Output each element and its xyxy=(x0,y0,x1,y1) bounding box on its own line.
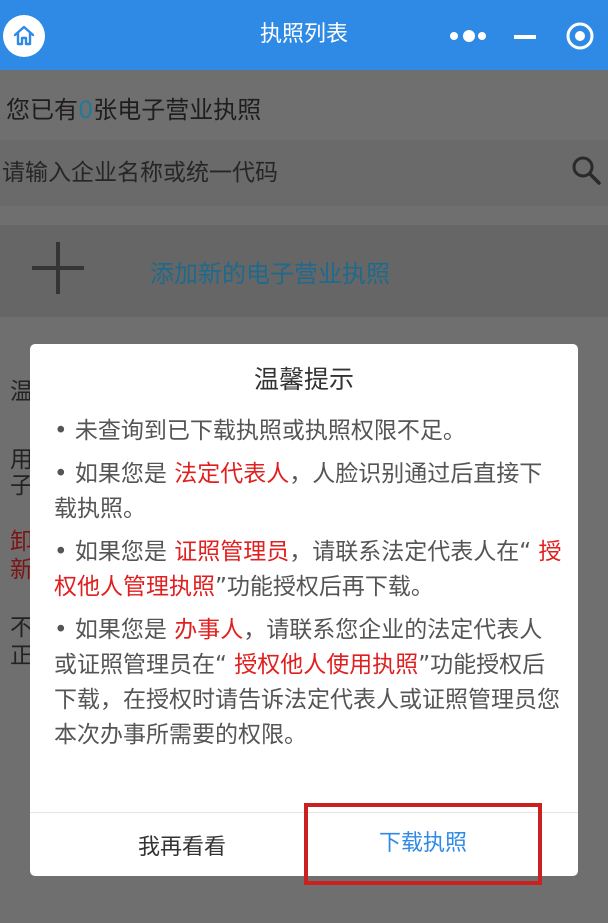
tip-text: ，请联系法定代表人在“ xyxy=(289,539,539,565)
add-license-label: 添加新的电子营业执照 xyxy=(150,260,390,288)
license-count-row: 您已有0张电子营业执照 xyxy=(0,70,608,140)
tip-item: • 如果您是 办事人，请联系您企业的法定代表人或证照管理员在“ 授权他人使用执照… xyxy=(54,613,564,753)
minimize-icon[interactable] xyxy=(512,22,540,50)
capsule-menu xyxy=(436,14,608,58)
tip-text: • 如果您是 xyxy=(54,539,175,565)
search-bar xyxy=(0,140,608,206)
tip-item: • 未查询到已下载执照或执照权限不足。 xyxy=(54,418,466,444)
tip-item: • 如果您是 法定代表人，人脸识别通过后直接下载执照。 xyxy=(54,457,564,527)
tip-text: ”功能授权后再下载。 xyxy=(215,574,434,600)
license-count-value: 0 xyxy=(78,96,94,124)
dialog-body: • 未查询到已下载执照或执照权限不足。 • 如果您是 法定代表人，人脸识别通过后… xyxy=(54,414,564,761)
more-dots-icon[interactable] xyxy=(450,22,486,50)
function-highlight: 授权他人使用执照 xyxy=(234,652,419,678)
role-highlight: 办事人 xyxy=(174,617,244,643)
search-icon[interactable] xyxy=(570,154,602,186)
role-highlight: 法定代表人 xyxy=(174,461,290,487)
cancel-button[interactable]: 我再看看 xyxy=(30,813,334,883)
dialog-title: 温馨提示 xyxy=(253,365,354,394)
tip-item: • 如果您是 证照管理员，请联系法定代表人在“ 授权他人管理执照”功能授权后再下… xyxy=(54,535,564,605)
count-prefix: 您已有 xyxy=(6,96,78,124)
download-license-button[interactable]: 下载执照 xyxy=(304,803,542,885)
tip-text: • 如果您是 xyxy=(54,461,175,487)
plus-icon xyxy=(32,242,84,294)
license-count-text: 您已有0张电子营业执照 xyxy=(6,90,261,125)
search-input[interactable] xyxy=(0,140,560,206)
count-suffix: 张电子营业执照 xyxy=(93,96,262,124)
tip-text: • 如果您是 xyxy=(54,617,175,643)
tips-dialog: 温馨提示 • 未查询到已下载执照或执照权限不足。 • 如果您是 法定代表人，人脸… xyxy=(30,344,578,876)
navbar: 执照列表 xyxy=(0,0,608,70)
role-highlight: 证照管理员 xyxy=(174,539,290,565)
close-circle-icon[interactable] xyxy=(564,20,596,52)
